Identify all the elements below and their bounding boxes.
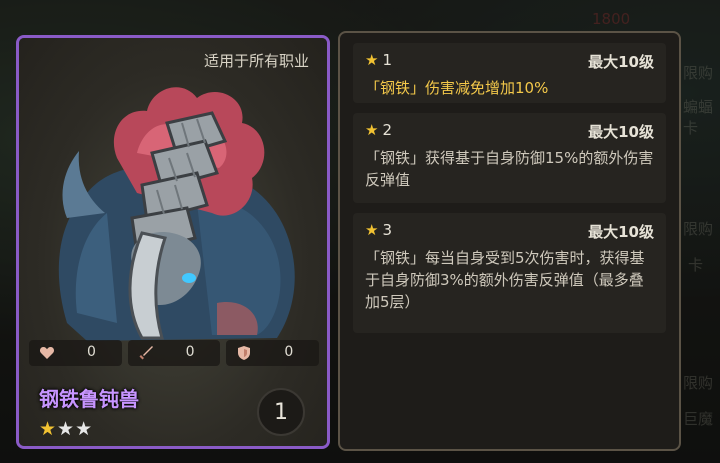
hp-value: 0: [87, 344, 96, 360]
monster-name: 钢铁鲁钝兽: [39, 387, 139, 411]
skill-level-heading: ★ 2: [365, 121, 392, 139]
skill-level: 1: [382, 51, 392, 69]
skill-max-level: 最大10级: [588, 53, 654, 71]
hp-stat: 0: [29, 340, 122, 366]
rarity-stars: ★★★: [39, 418, 93, 440]
skill-level-heading: ★ 3: [365, 221, 392, 239]
defense-stat: 0: [226, 340, 320, 366]
skill-level-heading: ★ 1: [365, 51, 392, 69]
star-icon: ★: [365, 221, 379, 239]
defense-value: 0: [284, 344, 294, 360]
skill-entry: ★ 2 最大10级 「钢铁」获得基于自身防御15%的额外伤害反弹值: [353, 113, 666, 203]
sword-icon: [139, 346, 153, 360]
skill-level: 2: [382, 121, 392, 139]
applicable-class-label: 适用于所有职业: [203, 52, 309, 70]
monster-portrait: [58, 87, 295, 341]
heart-icon: [39, 347, 55, 359]
skill-panel: ★ 1 最大10级 「钢铁」伤害减免增加10% ★ 2 最大10级 「钢铁」获得基于…: [338, 31, 681, 451]
skill-max-level: 最大10级: [588, 223, 654, 241]
card-level-badge: 1: [257, 388, 305, 436]
skill-max-level: 最大10级: [588, 123, 654, 141]
attack-value: 0: [185, 344, 195, 360]
star-empty-icon: ★: [57, 418, 76, 440]
stat-row: 0 0 0: [29, 340, 320, 370]
skill-entry: ★ 1 最大10级 「钢铁」伤害减免增加10%: [353, 43, 666, 103]
shield-icon: [238, 346, 251, 360]
skill-entry: ★ 3 最大10级 「钢铁」每当自身受到5次伤害时，获得基于自身防御3%的额外伤害…: [353, 213, 666, 333]
monster-card: 适用于所有职业 0 0 0 钢铁鲁钝兽 ★★★ 1: [16, 35, 330, 449]
attack-stat: 0: [127, 340, 221, 366]
skill-level: 3: [382, 221, 392, 239]
skill-description: 「钢铁」伤害减免增加10%: [365, 79, 549, 97]
star-icon: ★: [365, 51, 379, 69]
star-icon: ★: [365, 121, 379, 139]
star-empty-icon: ★: [75, 418, 94, 440]
skill-description: 「钢铁」获得基于自身防御15%的额外伤害反弹值: [365, 149, 654, 189]
skill-description: 「钢铁」每当自身受到5次伤害时，获得基于自身防御3%的额外伤害反弹值（最多叠加5…: [365, 249, 645, 311]
star-filled-icon: ★: [39, 418, 58, 440]
